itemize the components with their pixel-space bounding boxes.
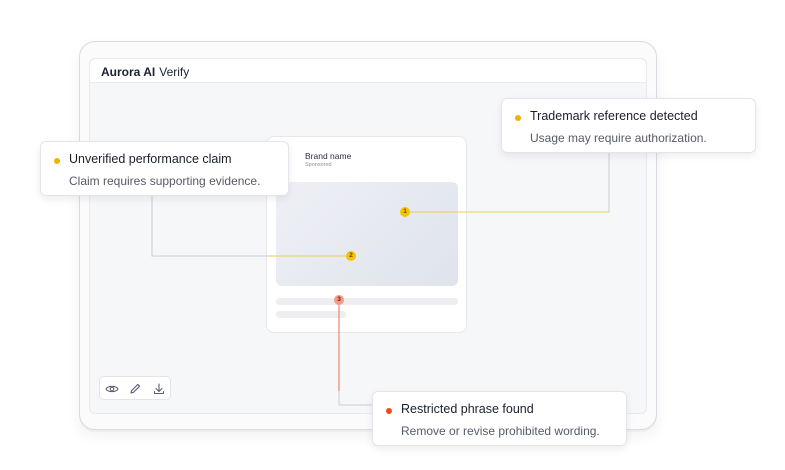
app-title: Aurora AI Verify	[101, 65, 189, 79]
ad-text-placeholder-short	[276, 311, 346, 318]
app-module: Verify	[159, 65, 190, 79]
ad-image-placeholder	[276, 182, 458, 286]
stage: Aurora AI Verify Brand name Sponsored 1 2…	[0, 0, 785, 470]
ad-sponsored-label: Sponsored	[305, 162, 332, 168]
issue-callout-restricted[interactable]: Restricted phrase found Remove or revise…	[372, 391, 627, 446]
issue-title: Unverified performance claim	[69, 152, 232, 166]
app-name: Aurora AI	[101, 65, 156, 79]
issue-marker-2[interactable]: 2	[346, 251, 356, 261]
severity-dot-error	[386, 408, 392, 414]
download-icon[interactable]	[151, 381, 167, 397]
eye-icon[interactable]	[104, 381, 120, 397]
issue-description: Claim requires supporting evidence.	[69, 174, 261, 188]
issue-callout-performance[interactable]: Unverified performance claim Claim requi…	[40, 141, 289, 196]
preview-toolbar	[99, 376, 171, 400]
issue-callout-trademark[interactable]: Trademark reference detected Usage may r…	[501, 98, 756, 153]
severity-dot-warning	[515, 115, 521, 121]
ad-preview-card[interactable]: Brand name Sponsored	[266, 136, 467, 333]
issue-title: Restricted phrase found	[401, 402, 534, 416]
issue-title: Trademark reference detected	[530, 109, 698, 123]
issue-description: Usage may require authorization.	[530, 131, 707, 145]
pencil-icon[interactable]	[127, 381, 143, 397]
issue-marker-1[interactable]: 1	[400, 207, 410, 217]
issue-description: Remove or revise prohibited wording.	[401, 424, 600, 438]
ad-text-placeholder	[276, 298, 458, 305]
severity-dot-warning	[54, 158, 60, 164]
issue-marker-3[interactable]: 3	[334, 295, 344, 305]
title-bar: Aurora AI Verify	[90, 59, 646, 83]
ad-brand-name: Brand name	[305, 151, 352, 161]
